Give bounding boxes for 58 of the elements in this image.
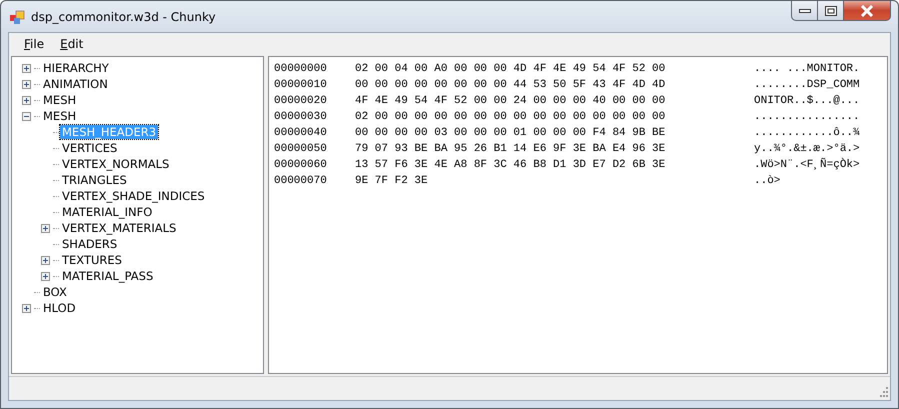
minimize-icon xyxy=(798,8,810,14)
tree-item[interactable]: VERTEX_NORMALS xyxy=(60,157,172,171)
tree-item[interactable]: VERTICES xyxy=(60,141,120,155)
expand-icon[interactable] xyxy=(22,80,30,88)
offset-text: 00000020 xyxy=(274,94,328,109)
ascii-text: ............ô..¾ xyxy=(754,126,860,141)
collapse-icon[interactable] xyxy=(22,112,30,120)
hex-bytes: 79 07 93 BE BA 95 26 B1 14 E6 9F 3E BA E4 96 3E xyxy=(355,142,666,157)
expand-icon[interactable] xyxy=(22,304,30,312)
tree-item[interactable]: MATERIAL_PASS xyxy=(60,269,156,283)
hex-bytes: 13 57 F6 3E 4E A8 8F 3C 46 B8 D1 3D E7 D2 6B 3E xyxy=(355,158,666,173)
hex-bytes: 4F 4E 49 54 4F 52 00 00 24 00 00 00 40 00 00 00 xyxy=(355,94,666,109)
offset-text: 00000030 xyxy=(274,110,328,125)
tree-item[interactable]: BOX xyxy=(41,285,69,299)
expand-icon[interactable] xyxy=(40,256,50,264)
ascii-text: .... ...MONITOR. xyxy=(754,62,860,77)
expand-icon[interactable] xyxy=(40,224,50,232)
close-icon xyxy=(860,4,874,16)
ascii-text: .Wö>N¨.<F¸Ñ=çÒk> xyxy=(754,156,860,173)
ascii-text: ONITOR..$...@... xyxy=(754,94,860,109)
tree-item[interactable]: HLOD xyxy=(41,301,78,315)
offset-text: 00000000 xyxy=(274,62,328,77)
ascii-text: ........DSP_COMM xyxy=(754,78,860,93)
ascii-text: ................ xyxy=(754,110,860,125)
tree-item[interactable]: MESH xyxy=(41,109,78,123)
offset-text: 00000050 xyxy=(274,142,328,157)
tree-item[interactable]: VERTEX_MATERIALS xyxy=(60,221,178,235)
offset-text: 00000010 xyxy=(274,78,328,93)
offset-text: 00000060 xyxy=(274,158,328,173)
hex-bytes: 02 00 00 00 00 00 00 00 00 00 00 00 00 00 00 00 xyxy=(355,110,666,125)
tree-item[interactable]: TRIANGLES xyxy=(60,173,129,187)
ascii-text: ..ò> xyxy=(754,174,780,189)
menu-item[interactable]: Edit xyxy=(53,34,90,54)
window-title: dsp_commonitor.w3d - Chunky xyxy=(31,8,216,26)
offset-text: 00000070 xyxy=(274,174,328,189)
expand-icon[interactable] xyxy=(40,272,50,280)
tree-item[interactable]: HIERARCHY xyxy=(41,61,111,75)
expand-icon[interactable] xyxy=(22,64,30,72)
tree-item[interactable]: MATERIAL_INFO xyxy=(60,205,154,219)
menu-item[interactable]: File xyxy=(17,34,52,54)
close-button[interactable] xyxy=(844,1,891,21)
tree-item[interactable]: TEXTURES xyxy=(60,253,124,267)
maximize-icon xyxy=(824,6,836,16)
expand-icon[interactable] xyxy=(22,96,30,104)
ascii-text: y..¾°.&±.æ.>°ä.> xyxy=(754,142,860,157)
hex-bytes: 02 00 04 00 A0 00 00 00 4D 4F 4E 49 54 4F 52 00 xyxy=(355,62,666,77)
minimize-button[interactable] xyxy=(791,1,818,21)
resize-grip-icon xyxy=(878,387,888,397)
tree-item[interactable]: SHADERS xyxy=(60,237,120,251)
hex-bytes: 9E 7F F2 3E xyxy=(355,174,429,189)
tree-item[interactable]: ANIMATION xyxy=(41,77,110,91)
offset-text: 00000040 xyxy=(274,126,328,141)
maximize-button[interactable] xyxy=(818,1,844,21)
app-icon xyxy=(9,8,25,24)
hex-bytes: 00 00 00 00 00 00 00 00 44 53 50 5F 43 4F 4D 4D xyxy=(355,78,666,93)
tree-item[interactable]: MESH xyxy=(41,93,78,107)
hex-bytes: 00 00 00 00 03 00 00 00 01 00 00 00 F4 84 9B BE xyxy=(355,126,666,141)
tree-item[interactable]: VERTEX_SHADE_INDICES xyxy=(60,189,207,203)
